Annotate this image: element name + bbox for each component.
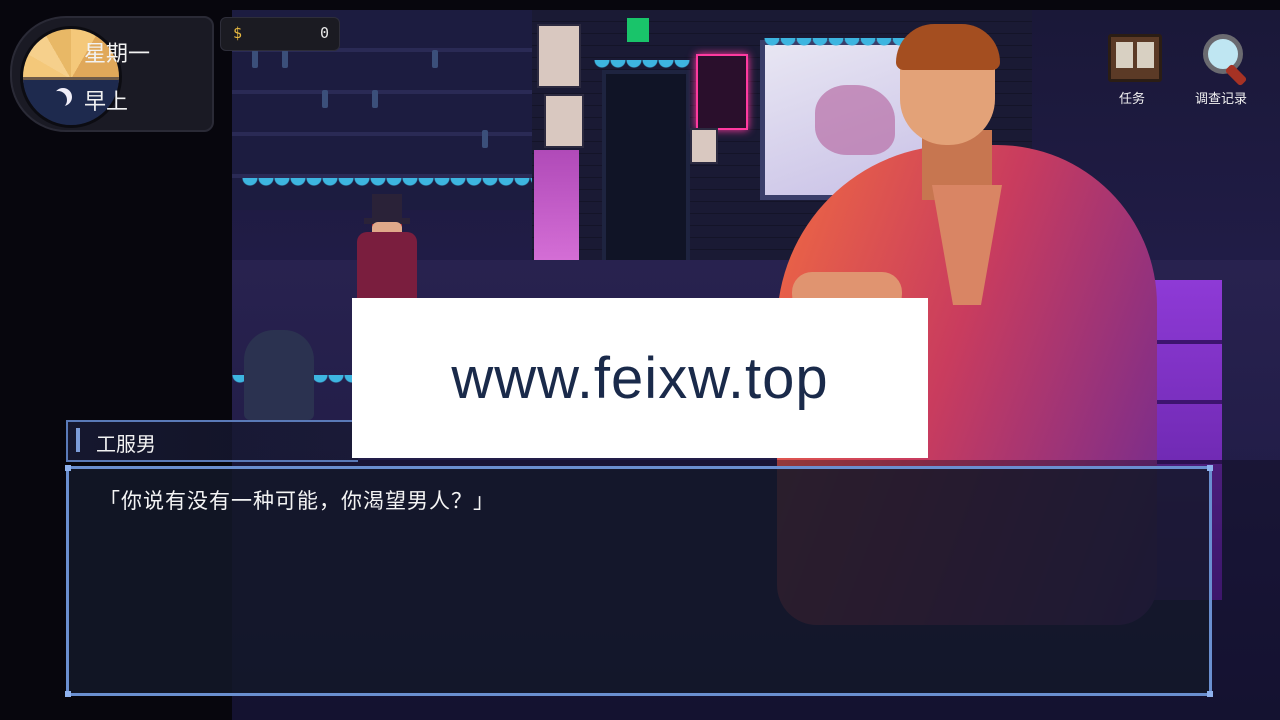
investigation-log-button[interactable]: 调查记录 — [1183, 32, 1259, 112]
watermark-text: www.feixw.top — [451, 345, 829, 411]
name-accent-bar — [76, 428, 80, 452]
neon-sign — [696, 54, 748, 130]
investigation-log-label: 调查记录 — [1194, 92, 1247, 107]
moon-icon — [49, 91, 67, 109]
bar-patron — [244, 330, 314, 420]
bottle — [432, 50, 438, 68]
speaker-name-box: 工服男 — [66, 420, 358, 462]
bottle — [282, 50, 288, 68]
wall-poster — [690, 128, 718, 164]
bottle — [482, 130, 488, 148]
quest-button[interactable]: 任务 — [1094, 32, 1170, 112]
time-widget: 星期一 早上 — [10, 16, 214, 132]
dialogue-text: 「你说有没有一种可能，你渴望男人？」 — [99, 489, 495, 513]
bottle — [372, 90, 378, 108]
time-period-label: 早上 — [84, 90, 129, 115]
magnifier-handle — [1224, 63, 1248, 87]
character-portrait-hair — [896, 24, 1000, 70]
wall-poster — [537, 24, 581, 88]
bottle — [322, 90, 328, 108]
dollar-icon: $ — [233, 24, 243, 42]
bar-awning — [242, 178, 532, 188]
dialog-corner — [1207, 465, 1213, 471]
wall-poster — [544, 94, 584, 148]
money-display: $ 0 — [220, 17, 340, 51]
dialog-corner — [65, 465, 71, 471]
dialogue-box[interactable]: 「你说有没有一种可能，你渴望男人？」 — [65, 465, 1213, 697]
dialog-corner — [1207, 691, 1213, 697]
quest-label: 任务 — [1118, 92, 1145, 107]
door-awning — [594, 60, 690, 70]
dialog-corner — [65, 691, 71, 697]
quest-book-icon — [1108, 34, 1162, 82]
bottle — [252, 50, 258, 68]
weekday-label: 星期一 — [84, 42, 151, 67]
watermark-banner: www.feixw.top — [352, 298, 928, 458]
exit-sign — [627, 18, 649, 42]
speaker-name: 工服男 — [96, 432, 156, 456]
money-amount: 0 — [319, 24, 329, 42]
